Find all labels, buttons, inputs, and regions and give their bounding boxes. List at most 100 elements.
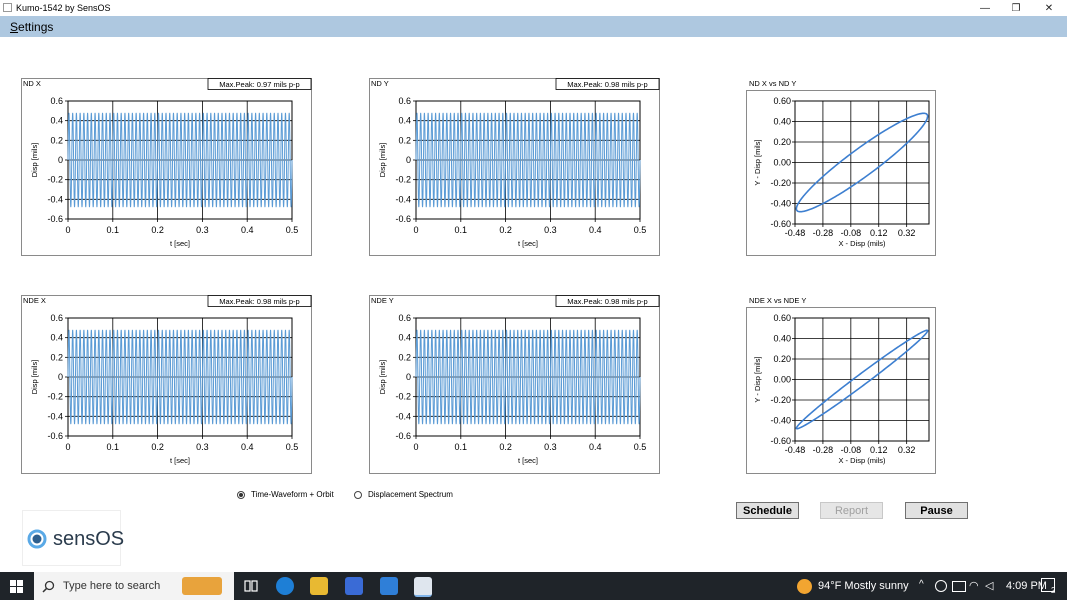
weather-text[interactable]: 94°F Mostly sunny <box>818 580 909 592</box>
y-tick-label: -0.4 <box>395 194 411 204</box>
y-tick-label: 0.4 <box>50 116 63 126</box>
x-axis-label: X - Disp (mils) <box>838 456 886 465</box>
y-axis-label: Y - Disp [mils] <box>753 356 762 402</box>
x-tick-label: 0.3 <box>544 442 557 452</box>
x-tick-label: 0.12 <box>870 445 888 455</box>
y-axis-label: Disp [mils] <box>378 143 387 178</box>
y-tick-label: -0.6 <box>47 431 63 441</box>
waveform-chart-nde-y: NDE Y Max.Peak: 0.98 mils p-p0.60.40.20-0… <box>369 295 660 474</box>
x-tick-label: 0.4 <box>589 225 602 235</box>
taskbar-search[interactable]: Type here to search <box>34 572 234 600</box>
minimize-button[interactable]: — <box>970 0 1000 16</box>
x-axis-label: t [sec] <box>518 239 538 248</box>
sensos-logo: sensOS <box>22 510 124 566</box>
schedule-button[interactable]: Schedule <box>736 502 799 519</box>
x-tick-label: -0.48 <box>785 228 806 238</box>
windows-start-icon[interactable] <box>10 580 23 593</box>
y-axis-label: Disp [mils] <box>378 360 387 395</box>
x-tick-label: 0.5 <box>286 442 299 452</box>
y-tick-label: 0 <box>406 372 411 382</box>
panel-title: NDE X <box>23 296 46 305</box>
y-tick-label: -0.4 <box>395 411 411 421</box>
x-tick-label: 0.5 <box>634 442 647 452</box>
app-icon <box>3 3 12 12</box>
y-tick-label: 0.6 <box>50 96 63 106</box>
x-tick-label: -0.08 <box>841 445 862 455</box>
y-tick-label: 0.60 <box>773 313 791 323</box>
y-tick-label: 0.00 <box>773 158 791 168</box>
search-icon <box>42 580 55 593</box>
x-tick-label: 0.32 <box>898 445 916 455</box>
max-peak-label: Max.Peak: 0.97 mils p-p <box>219 80 299 89</box>
max-peak-label: Max.Peak: 0.98 mils p-p <box>567 297 647 306</box>
tray-app-icon[interactable] <box>935 580 947 592</box>
restore-button[interactable]: ❐ <box>1001 0 1031 16</box>
tray-battery-icon[interactable] <box>952 581 966 592</box>
x-tick-label: 0.2 <box>499 225 512 235</box>
radio-time-waveform-label: Time-Waveform + Orbit <box>251 490 334 499</box>
tray-chevron-up-icon[interactable]: ^ <box>919 579 924 590</box>
y-tick-label: 0.6 <box>50 313 63 323</box>
x-tick-label: 0 <box>65 225 70 235</box>
x-axis-label: t [sec] <box>170 456 190 465</box>
y-tick-label: -0.2 <box>395 392 411 402</box>
radio-displacement-spectrum[interactable]: Displacement Spectrum <box>354 490 453 499</box>
edge-browser-icon[interactable] <box>276 577 294 595</box>
x-tick-label: 0 <box>413 225 418 235</box>
task-view-icon[interactable] <box>244 579 258 593</box>
y-axis-label: Disp [mils] <box>30 143 39 178</box>
y-axis-label: Y - Disp [mils] <box>753 139 762 185</box>
y-tick-label: 0.2 <box>50 135 63 145</box>
y-tick-label: -0.40 <box>770 416 791 426</box>
wifi-icon[interactable]: ◠ <box>969 579 979 592</box>
panel-title: NDE Y <box>371 296 394 305</box>
x-tick-label: 0.2 <box>499 442 512 452</box>
window-title: Kumo-1542 by SensOS <box>16 3 111 13</box>
pause-button[interactable]: Pause <box>905 502 968 519</box>
x-axis-label: X - Disp (mils) <box>838 239 886 248</box>
y-tick-label: 0 <box>58 155 63 165</box>
x-tick-label: 0 <box>65 442 70 452</box>
x-tick-label: -0.08 <box>841 228 862 238</box>
speaker-icon[interactable]: ◁ <box>985 579 993 592</box>
close-button[interactable]: ✕ <box>1034 0 1064 16</box>
sensos-logo-icon <box>27 529 47 549</box>
x-tick-label: 0.5 <box>286 225 299 235</box>
menu-settings[interactable]: Settings <box>10 20 53 34</box>
y-tick-label: 0.6 <box>398 96 411 106</box>
y-tick-label: 0.2 <box>398 135 411 145</box>
weather-sun-icon <box>797 579 812 594</box>
kumo-app-taskbar-icon[interactable] <box>414 577 432 597</box>
y-tick-label: -0.2 <box>47 392 63 402</box>
y-tick-label: -0.4 <box>47 411 63 421</box>
max-peak-label: Max.Peak: 0.98 mils p-p <box>219 297 299 306</box>
x-tick-label: 0.1 <box>107 225 120 235</box>
radio-selected-indicator <box>237 490 245 499</box>
waveform-chart-nd-y: ND Y Max.Peak: 0.98 mils p-p0.60.40.20-0.… <box>369 78 660 256</box>
y-tick-label: 0 <box>406 155 411 165</box>
y-tick-label: 0.40 <box>773 117 791 127</box>
x-tick-label: 0.2 <box>151 442 164 452</box>
panel-title: ND X vs ND Y <box>749 79 796 88</box>
x-tick-label: -0.28 <box>813 445 834 455</box>
waveform-line <box>415 329 641 425</box>
y-tick-label: 0.20 <box>773 137 791 147</box>
waveform-chart-nde-x: NDE X Max.Peak: 0.98 mils p-p0.60.40.20-0… <box>21 295 312 474</box>
radio-time-waveform[interactable]: Time-Waveform + Orbit <box>237 490 334 499</box>
y-tick-label: 0.4 <box>50 333 63 343</box>
y-tick-label: -0.40 <box>770 199 791 209</box>
report-button[interactable]: Report <box>820 502 883 519</box>
y-tick-label: -0.20 <box>770 395 791 405</box>
y-tick-label: 0.20 <box>773 354 791 364</box>
y-tick-label: -0.20 <box>770 178 791 188</box>
y-axis-label: Disp [mils] <box>30 360 39 395</box>
microsoft-store-icon[interactable] <box>345 577 363 595</box>
y-tick-label: 0.40 <box>773 334 791 344</box>
x-tick-label: 0.1 <box>455 442 468 452</box>
orbit-chart-nde: NDE X vs NDE Y 0.60 0.40 0.20 0.00 -0.20 -0.40… <box>746 296 936 474</box>
x-tick-label: 0.1 <box>107 442 120 452</box>
y-tick-label: 0.60 <box>773 96 791 106</box>
y-tick-label: 0.00 <box>773 375 791 385</box>
mail-icon[interactable] <box>380 577 398 595</box>
file-explorer-icon[interactable] <box>310 577 328 595</box>
